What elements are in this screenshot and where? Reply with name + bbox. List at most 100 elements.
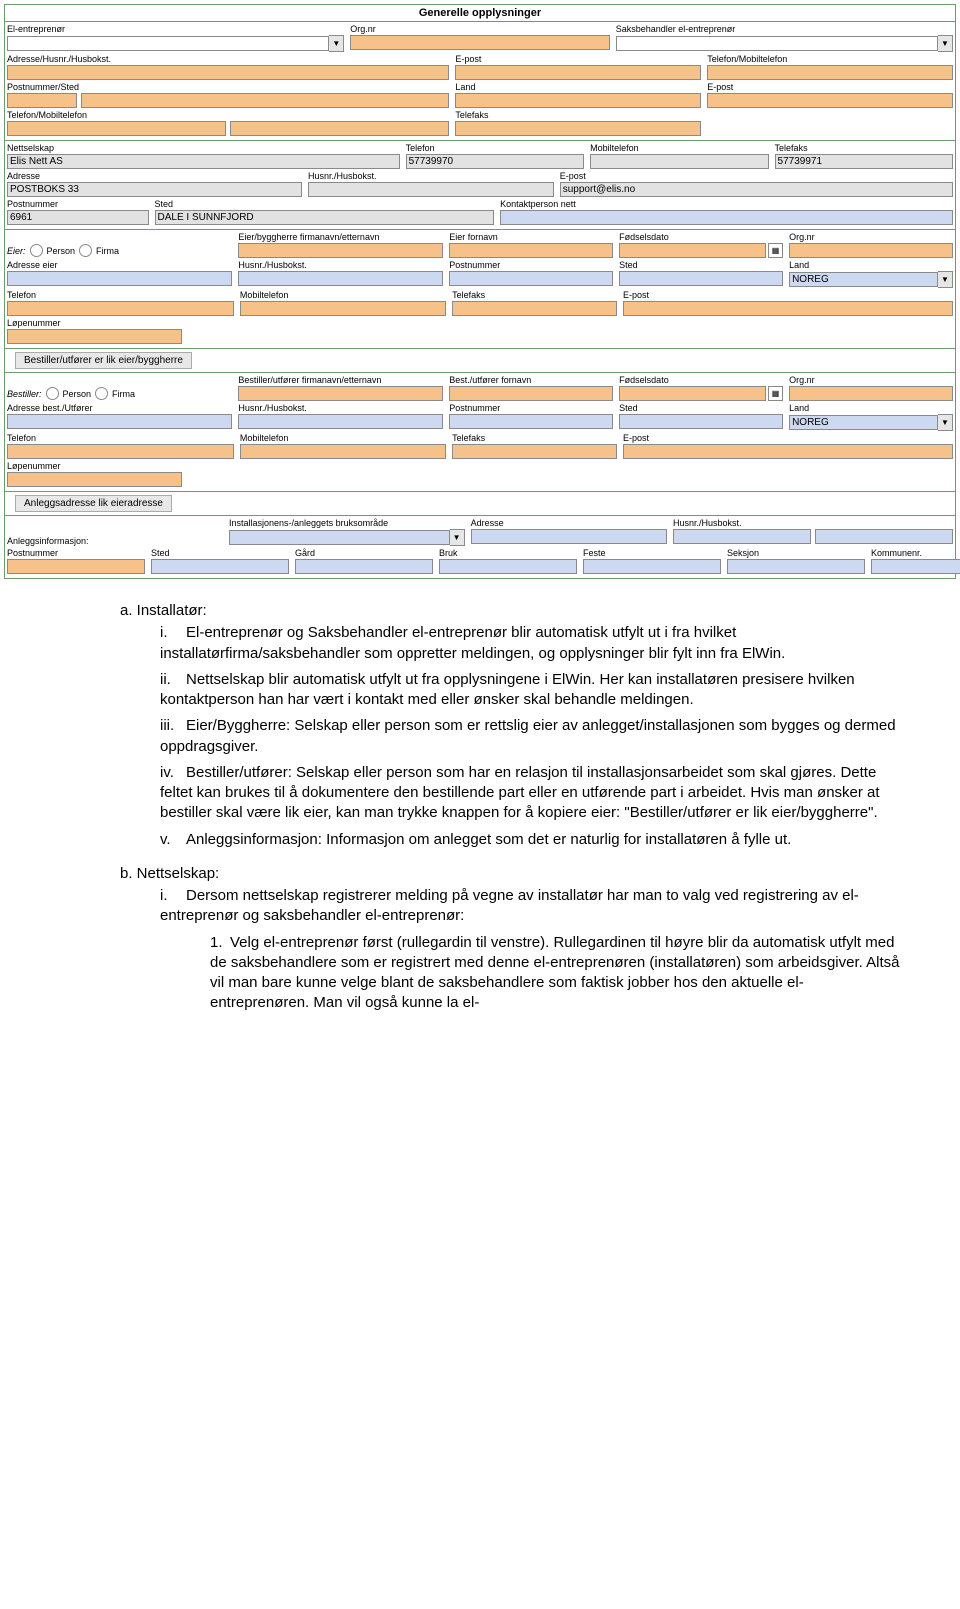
input-land[interactable] <box>455 93 701 108</box>
input-seksjon[interactable] <box>727 559 865 574</box>
input-best-land[interactable] <box>789 415 938 430</box>
input-epost[interactable] <box>455 65 701 80</box>
label-epost: E-post <box>623 433 953 443</box>
calendar-icon[interactable]: ▦ <box>768 243 783 258</box>
input-eier-husnr[interactable] <box>238 271 443 286</box>
label-firma: Firma <box>96 246 119 256</box>
input-anlegg-husnr[interactable] <box>673 529 811 544</box>
input-eier-mobil[interactable] <box>240 301 446 316</box>
input-best-orgnr[interactable] <box>789 386 953 401</box>
input-bruk[interactable] <box>439 559 577 574</box>
input-tele-mob[interactable] <box>707 65 953 80</box>
input-nett-husnr[interactable] <box>308 182 554 197</box>
input-best-fornavn[interactable] <box>449 386 613 401</box>
label-firmanavn: Eier/byggherre firmanavn/etternavn <box>238 232 443 242</box>
input-best-firmanavn[interactable] <box>238 386 443 401</box>
input-saksbehandler[interactable] <box>616 36 938 51</box>
input-orgnr[interactable] <box>350 35 609 50</box>
input-nett-adresse[interactable] <box>7 182 302 197</box>
input-nett-telefon[interactable] <box>406 154 584 169</box>
input-nett-telefaks[interactable] <box>775 154 953 169</box>
input-kommunenr[interactable] <box>871 559 960 574</box>
input-nett-mobil[interactable] <box>590 154 768 169</box>
label-feste: Feste <box>583 548 721 558</box>
text-a-v: Anleggsinformasjon: Informasjon om anleg… <box>186 831 791 848</box>
label-orgnr: Org.nr <box>789 375 953 385</box>
input-nett-postnr[interactable] <box>7 210 149 225</box>
input-best-epost[interactable] <box>623 444 953 459</box>
label-mobil: Mobiltelefon <box>590 143 768 153</box>
calendar-icon[interactable]: ▦ <box>768 386 783 401</box>
input-anlegg-husbokst[interactable] <box>815 529 953 544</box>
dropdown-icon[interactable]: ▼ <box>329 35 344 52</box>
input-best-lopenr[interactable] <box>7 472 182 487</box>
label-husnr: Husnr./Husbokst. <box>238 260 443 270</box>
button-anlegg-lik-eier[interactable]: Anleggsadresse lik eieradresse <box>15 495 172 512</box>
radio-best-firma[interactable] <box>95 387 108 400</box>
input-best-telefon[interactable] <box>7 444 234 459</box>
input-eier-epost[interactable] <box>623 301 953 316</box>
label-mobil: Mobiltelefon <box>240 290 446 300</box>
dropdown-icon[interactable]: ▼ <box>938 35 953 52</box>
input-nettselskap[interactable] <box>7 154 400 169</box>
input-telefon[interactable] <box>7 121 226 136</box>
dropdown-icon[interactable]: ▼ <box>938 271 953 288</box>
input-eier-sted[interactable] <box>619 271 783 286</box>
input-eier-lopenr[interactable] <box>7 329 182 344</box>
label-epost2: E-post <box>707 82 953 92</box>
label-telefon: Telefon <box>7 433 234 443</box>
radio-best-person[interactable] <box>46 387 59 400</box>
label-epost: E-post <box>455 54 701 64</box>
input-anlegg-sted[interactable] <box>151 559 289 574</box>
label-bestiller: Bestiller: <box>7 389 42 399</box>
input-feste[interactable] <box>583 559 721 574</box>
label-saksbehandler: Saksbehandler el-entreprenør <box>616 24 953 34</box>
input-mobil[interactable] <box>230 121 449 136</box>
input-gard[interactable] <box>295 559 433 574</box>
label-sted: Sted <box>155 199 495 209</box>
input-bruks[interactable] <box>229 530 450 545</box>
input-telefaks[interactable] <box>455 121 701 136</box>
input-nett-epost[interactable] <box>560 182 953 197</box>
input-nett-sted[interactable] <box>155 210 495 225</box>
input-nett-kontakt[interactable] <box>500 210 953 225</box>
label-epost: E-post <box>623 290 953 300</box>
label-person: Person <box>63 389 92 399</box>
input-eier-adresse[interactable] <box>7 271 232 286</box>
heading-b: b. Nettselskap: <box>120 864 900 884</box>
input-best-mobil[interactable] <box>240 444 446 459</box>
input-best-adresse[interactable] <box>7 414 232 429</box>
input-adresse[interactable] <box>7 65 449 80</box>
dropdown-icon[interactable]: ▼ <box>938 414 953 431</box>
input-eier-orgnr[interactable] <box>789 243 953 258</box>
button-bestiller-lik-eier[interactable]: Bestiller/utfører er lik eier/byggherre <box>15 352 192 369</box>
input-best-telefaks[interactable] <box>452 444 617 459</box>
input-anlegg-adresse[interactable] <box>471 529 667 544</box>
radio-eier-person[interactable] <box>30 244 43 257</box>
input-best-fodsel[interactable] <box>619 386 766 401</box>
label-tele-mob: Telefon/Mobiltelefon <box>707 54 953 64</box>
input-eier-fornavn[interactable] <box>449 243 613 258</box>
input-eier-postnr[interactable] <box>449 271 613 286</box>
input-eier-land[interactable] <box>789 272 938 287</box>
input-el-entr[interactable] <box>7 36 329 51</box>
label-orgnr: Org.nr <box>350 24 609 34</box>
input-best-postnr[interactable] <box>449 414 613 429</box>
input-eier-telefon[interactable] <box>7 301 234 316</box>
input-best-sted[interactable] <box>619 414 783 429</box>
input-best-husnr[interactable] <box>238 414 443 429</box>
dropdown-icon[interactable]: ▼ <box>450 529 465 546</box>
label-gard: Gård <box>295 548 433 558</box>
input-eier-firmanavn[interactable] <box>238 243 443 258</box>
section-el-entreprenor: El-entreprenør ▼ Org.nr Saksbehandler el… <box>5 22 955 141</box>
label-telefaks: Telefaks <box>452 433 617 443</box>
input-epost2[interactable] <box>707 93 953 108</box>
radio-eier-firma[interactable] <box>79 244 92 257</box>
label-postnr: Postnummer <box>449 260 613 270</box>
input-eier-fodsel[interactable] <box>619 243 766 258</box>
input-eier-telefaks[interactable] <box>452 301 617 316</box>
label-anleggsinfo: Anleggsinformasjon: <box>7 536 223 546</box>
input-anlegg-postnr[interactable] <box>7 559 145 574</box>
input-sted[interactable] <box>81 93 449 108</box>
input-postnr[interactable] <box>7 93 77 108</box>
